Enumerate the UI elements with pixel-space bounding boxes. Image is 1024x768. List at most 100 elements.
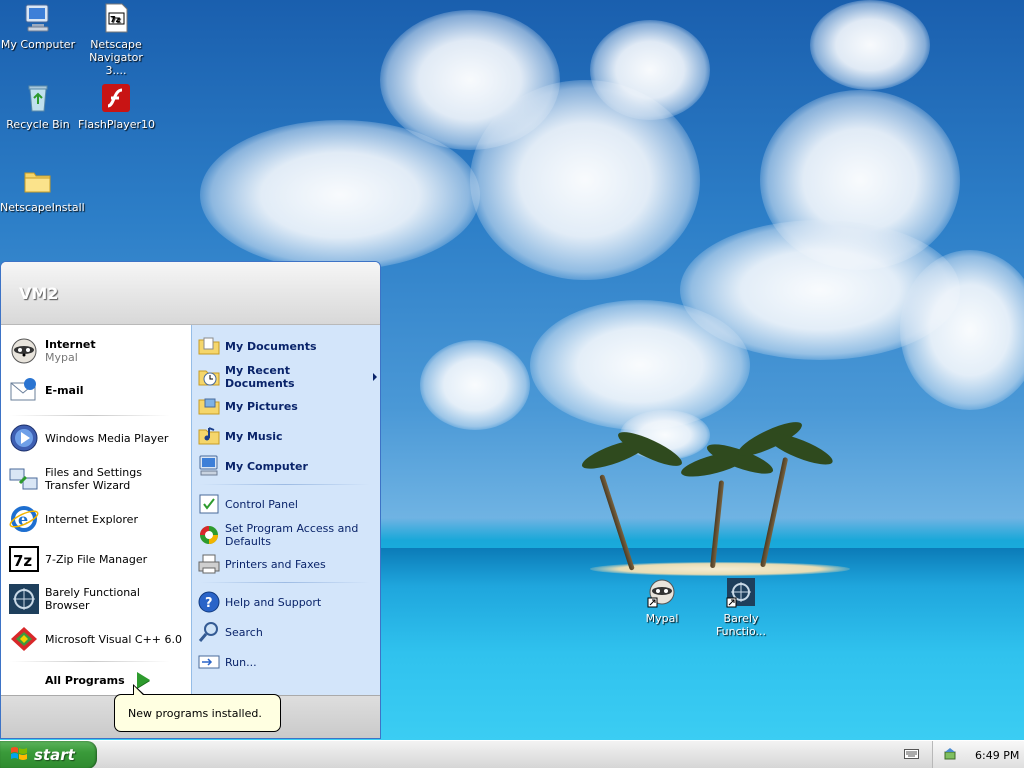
desktop-icon-flashplayer[interactable]: FlashPlayer10 (78, 82, 156, 131)
start-item-my-pictures[interactable]: My Pictures (197, 394, 377, 418)
separator (10, 415, 170, 416)
start-item-barely-functional[interactable]: Barely Functional Browser (8, 583, 186, 615)
start-item-label: Internet Explorer (45, 512, 138, 526)
desktop-icon-mypal[interactable]: Mypal (624, 576, 700, 625)
start-item-my-computer[interactable]: My Computer (197, 454, 377, 478)
desktop-icon-label: Mypal (645, 612, 679, 625)
svg-text:7z: 7z (13, 552, 32, 570)
run-icon (197, 650, 221, 674)
start-button[interactable]: start (0, 741, 97, 768)
desktop-icon-label: FlashPlayer10 (78, 118, 156, 131)
new-programs-balloon: New programs installed. (114, 684, 281, 732)
clock[interactable]: 6:49 PM (975, 749, 1019, 762)
search-icon (197, 620, 221, 644)
windows-logo-icon (10, 745, 28, 766)
start-item-my-recent-documents[interactable]: My Recent Documents (197, 364, 377, 390)
taskbar: start 6:49 PM (0, 740, 1024, 768)
start-item-visual-cpp[interactable]: Microsoft Visual C++ 6.0 (8, 623, 186, 655)
desktop-icon-recycle-bin[interactable]: Recycle Bin (0, 82, 76, 131)
start-item-sublabel: Mypal (45, 351, 78, 364)
desktop-icon-label: Barely Functio... (715, 612, 767, 638)
start-item-printers-faxes[interactable]: Printers and Faxes (197, 552, 377, 576)
start-item-email[interactable]: E-mail (8, 374, 186, 406)
start-item-label: My Recent Documents (225, 364, 295, 390)
desktop-icon-label: Recycle Bin (6, 118, 70, 131)
start-item-set-program-access[interactable]: Set Program Access and Defaults (197, 522, 377, 548)
my-computer-icon (197, 454, 221, 478)
recycle-bin-icon (22, 82, 54, 114)
start-item-label: Internet (45, 338, 96, 351)
start-item-label: E-mail (45, 383, 84, 397)
desktop-icon-label: My Computer (0, 38, 76, 51)
documents-folder-icon (197, 334, 221, 358)
desktop-icon-barely-functional[interactable]: Barely Functio... (703, 576, 779, 638)
cloud (530, 300, 750, 430)
svg-text:?: ? (205, 596, 213, 611)
submenu-arrow-icon (373, 373, 377, 381)
start-item-label: Files and Settings Transfer Wizard (45, 466, 142, 492)
start-item-files-settings-wizard[interactable]: Files and Settings Transfer Wizard (8, 463, 186, 495)
recent-documents-icon (197, 365, 221, 389)
start-item-label: Control Panel (225, 497, 298, 511)
control-panel-icon (197, 492, 221, 516)
cloud (900, 250, 1024, 410)
start-item-help-support[interactable]: ? Help and Support (197, 590, 377, 614)
start-item-label: Barely Functional Browser (45, 586, 140, 612)
separator (200, 582, 370, 583)
separator (200, 484, 370, 485)
transfer-wizard-icon (8, 463, 40, 495)
music-folder-icon (197, 424, 221, 448)
all-programs-label: All Programs (45, 673, 125, 687)
balloon-text: New programs installed. (128, 706, 262, 720)
barely-functional-browser-icon (725, 576, 757, 608)
desktop-icon-label: NetscapeInstall (0, 201, 85, 214)
palm-frond (764, 427, 836, 471)
system-tray: 6:49 PM (932, 741, 1024, 768)
start-item-label: Microsoft Visual C++ 6.0 (45, 632, 182, 646)
mypal-raccoon-icon (8, 335, 40, 367)
start-item-label: My Computer (225, 459, 308, 473)
mypal-raccoon-icon (646, 576, 678, 608)
cloud (810, 0, 930, 90)
7zip-icon: 7z (8, 543, 40, 575)
start-item-label: Help and Support (225, 595, 322, 609)
start-item-my-music[interactable]: My Music (197, 424, 377, 448)
start-item-windows-media-player[interactable]: Windows Media Player (8, 422, 186, 454)
start-item-label: Set Program Access and Defaults (225, 522, 359, 548)
media-player-icon (8, 422, 40, 454)
start-item-internet-explorer[interactable]: e Internet Explorer (8, 503, 186, 535)
desktop-icon-netscape-navigator[interactable]: 7z Netscape Navigator 3.... (78, 2, 154, 77)
desktop-icon-my-computer[interactable]: My Computer (0, 2, 76, 51)
cloud (590, 20, 710, 120)
start-menu-header: VM2 (1, 262, 380, 325)
email-icon (8, 374, 40, 406)
start-item-7zip[interactable]: 7z 7-Zip File Manager (8, 543, 186, 575)
user-name: VM2 (19, 283, 59, 303)
separator (10, 661, 170, 662)
my-computer-icon (22, 2, 54, 34)
start-item-run[interactable]: Run... (197, 650, 377, 674)
program-access-icon (197, 523, 221, 547)
keyboard-icon[interactable] (904, 747, 919, 761)
help-icon: ? (197, 590, 221, 614)
7zip-file-icon: 7z (100, 2, 132, 34)
flash-player-icon (100, 82, 132, 114)
start-item-label: My Music (225, 429, 283, 443)
visual-cpp-icon (8, 623, 40, 655)
desktop-icon-label: Netscape Navigator 3.... (89, 38, 143, 77)
start-item-control-panel[interactable]: Control Panel (197, 492, 377, 516)
start-item-label: 7-Zip File Manager (45, 552, 148, 566)
start-item-search[interactable]: Search (197, 620, 377, 644)
folder-icon (22, 165, 54, 197)
start-item-my-documents[interactable]: My Documents (197, 334, 377, 358)
start-item-label: My Documents (225, 339, 317, 353)
barely-functional-browser-icon (8, 583, 40, 615)
desktop-icon-netscape-install[interactable]: NetscapeInstall (0, 165, 85, 214)
safely-remove-hardware-icon[interactable] (943, 746, 959, 765)
start-item-label: Windows Media Player (45, 431, 169, 445)
printer-icon (197, 552, 221, 576)
internet-explorer-icon: e (8, 503, 40, 535)
start-item-label: Run... (225, 655, 257, 669)
start-item-label: My Pictures (225, 399, 298, 413)
start-item-internet[interactable]: Internet Mypal (8, 335, 186, 367)
